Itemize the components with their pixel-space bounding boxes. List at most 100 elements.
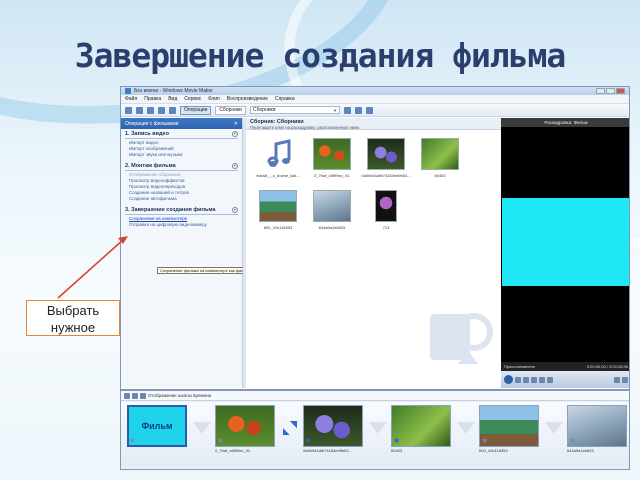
save-project-icon[interactable] — [147, 106, 154, 114]
new-project-icon[interactable] — [125, 106, 132, 114]
task-section-edit: 2. Монтаж фильма ˄ Отображение сборников… — [121, 161, 242, 205]
menu-clip[interactable]: Клип — [208, 96, 219, 102]
task-link-import-audio[interactable]: Импорт звука или музыки — [125, 152, 238, 158]
forward-icon[interactable] — [547, 376, 553, 383]
storyboard: Отображение шкалы времени Фильм ★ 0_7baf… — [120, 390, 630, 470]
next-frame-icon[interactable] — [539, 376, 545, 383]
transition-icon — [545, 422, 563, 434]
previous-frame-icon[interactable] — [531, 376, 537, 383]
audio-icon[interactable] — [132, 392, 138, 399]
task-section-label: 2. Монтаж фильма — [125, 163, 176, 169]
play-storyboard-icon[interactable] — [140, 392, 146, 399]
movie-maker-window: Без имени - Windows Movie Maker Файл Пра… — [120, 86, 630, 390]
playback-status: Приостановлено — [504, 364, 536, 369]
collection-item[interactable]: 0a0b0d1afb74184ed9b53... — [360, 138, 412, 178]
star-icon: ★ — [217, 436, 225, 445]
collection-item-caption: 60453 — [434, 173, 446, 178]
task-link-automovie[interactable]: Создание автофильма — [125, 196, 238, 202]
storyboard-clip[interactable]: Фильм ★ — [127, 405, 187, 457]
menu-play[interactable]: Воспроизведение — [227, 96, 268, 102]
tasks-button-label: Операции — [184, 107, 208, 113]
music-note-icon — [259, 138, 297, 170]
collections-button-label: Сборники — [219, 107, 242, 113]
views-icon[interactable] — [365, 106, 373, 114]
collection-item[interactable]: 713 — [360, 190, 412, 230]
clip-thumbnail — [259, 190, 297, 222]
storyboard-icon[interactable] — [124, 392, 130, 399]
collection-item-caption: 600_41b116953 — [263, 225, 293, 230]
close-icon[interactable]: ✕ — [234, 121, 238, 127]
close-button[interactable] — [616, 88, 625, 94]
clip-caption: 60453 — [391, 448, 403, 453]
open-project-icon[interactable] — [136, 106, 143, 114]
transition-icon — [193, 422, 211, 434]
menu-edit[interactable]: Правка — [144, 96, 161, 102]
task-pane: Операции с фильмами ✕ 1. Запись видео ˄ … — [121, 118, 265, 388]
menu-tools[interactable]: Сервис — [184, 96, 201, 102]
collection-item[interactable]: 0_7baf_c6f99ec_XL — [306, 138, 358, 178]
collection-item[interactable]: 644a9a1eb625 — [306, 190, 358, 230]
transition-slot[interactable] — [541, 414, 567, 442]
star-icon: ★ — [305, 436, 313, 445]
collection-item[interactable]: 600_41b116953 — [252, 190, 304, 230]
transition-slot[interactable] — [189, 414, 215, 442]
minimize-button[interactable] — [596, 88, 605, 94]
storyboard-clip[interactable]: 0a0b0d1afb74184ed9b53... ★ — [303, 405, 363, 457]
collection-item[interactable]: rivka8_-_o_bozhe_kak... — [252, 138, 304, 178]
preview-monitor: Раскадровка: Фильм Приостановлено 0:00:0… — [501, 118, 629, 388]
stop-icon[interactable] — [515, 376, 521, 383]
collections-button[interactable]: Сборники — [215, 105, 246, 115]
up-folder-icon[interactable] — [343, 106, 351, 114]
storyboard-clip[interactable]: 0_7baf_c6f99ec_XL ★ — [215, 405, 275, 457]
collection-item-caption: 0_7baf_c6f99ec_XL — [314, 173, 350, 178]
main-area: Операции с фильмами ✕ 1. Запись видео ˄ … — [121, 118, 629, 388]
snapshot-icon[interactable] — [622, 376, 628, 383]
star-icon: ★ — [569, 436, 577, 445]
collection-item-caption: 0a0b0d1afb74184ed9b53... — [361, 173, 411, 178]
chevron-down-icon: ▼ — [333, 107, 337, 113]
storyboard-clip[interactable]: 600_41b116953 ★ — [479, 405, 539, 457]
bow-tie-transition-icon — [283, 421, 297, 435]
task-link-send-to-camera[interactable]: Отправка на цифровую видеокамеру — [125, 222, 238, 228]
menu-file[interactable]: Файл — [125, 96, 137, 102]
collection-select[interactable]: Сборники ▼ — [249, 106, 340, 114]
clip-thumbnail — [313, 190, 351, 222]
redo-icon[interactable] — [169, 106, 176, 114]
collapse-icon[interactable]: ˄ — [232, 207, 238, 213]
task-section-finish: 3. Завершение создания фильма ˄ Сохранен… — [121, 205, 242, 231]
transition-slot[interactable] — [453, 414, 479, 442]
collection-item-caption: 713 — [382, 225, 390, 230]
clip-caption: 0a0b0d1afb74184ed9b53... — [303, 448, 352, 453]
collapse-icon[interactable]: ˄ — [232, 163, 238, 169]
task-section-title[interactable]: 1. Запись видео ˄ — [125, 131, 238, 139]
menu-view[interactable]: Вид — [168, 96, 177, 102]
menu-bar: Файл Правка Вид Сервис Клип Воспроизведе… — [121, 95, 629, 104]
star-icon: ★ — [393, 436, 401, 445]
new-folder-icon[interactable] — [354, 106, 362, 114]
collection-hint: Перетащите клип на раскадровку, располож… — [250, 125, 361, 130]
collapse-icon[interactable]: ˄ — [232, 131, 238, 137]
film-reel-icon — [430, 313, 493, 364]
task-section-capture: 1. Запись видео ˄ Импорт видео Импорт из… — [121, 129, 242, 161]
collection-item[interactable]: 60453 — [414, 138, 466, 178]
play-icon[interactable] — [504, 375, 513, 384]
undo-icon[interactable] — [158, 106, 165, 114]
clip-thumbnail — [421, 138, 459, 170]
transition-slot[interactable] — [365, 414, 391, 442]
split-icon[interactable] — [614, 376, 620, 383]
tasks-button[interactable]: Операции — [180, 105, 212, 115]
app-icon — [125, 88, 131, 94]
storyboard-clip[interactable]: 644a9a1eb625 ★ — [567, 405, 627, 457]
rewind-icon[interactable] — [523, 376, 529, 383]
storyboard-toolbar: Отображение шкалы времени — [121, 391, 629, 401]
show-timeline-button[interactable]: Отображение шкалы времени — [148, 393, 211, 398]
transition-slot[interactable] — [277, 414, 303, 442]
clip-thumbnail — [313, 138, 351, 170]
task-section-title[interactable]: 2. Монтаж фильма ˄ — [125, 163, 238, 171]
clip-caption: 0_7baf_c6f99ec_XL — [215, 448, 251, 453]
storyboard-clip[interactable]: 60453 ★ — [391, 405, 451, 457]
maximize-button[interactable] — [606, 88, 615, 94]
task-section-title[interactable]: 3. Завершение создания фильма ˄ — [125, 207, 238, 215]
clip-caption: 600_41b116953 — [479, 448, 508, 453]
menu-help[interactable]: Справка — [275, 96, 295, 102]
